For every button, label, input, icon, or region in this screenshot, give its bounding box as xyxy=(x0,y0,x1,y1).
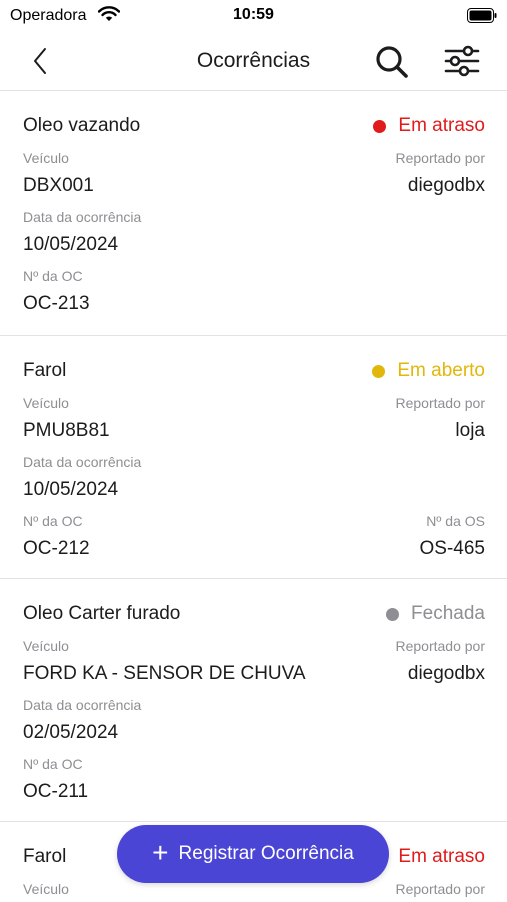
vehicle-label: Veículo xyxy=(23,395,69,411)
date-label: Data da ocorrência xyxy=(23,697,142,713)
sliders-icon xyxy=(442,45,482,86)
oc-number-label: Nº da OC xyxy=(23,756,83,772)
vehicle-value: FORD KA - SENSOR DE CHUVA xyxy=(23,663,306,684)
occurrence-list: Oleo vazando Em atraso Veículo Reportado… xyxy=(0,91,507,902)
register-occurrence-label: Registrar Ocorrência xyxy=(178,843,354,864)
status-label: Fechada xyxy=(411,603,485,624)
vehicle-label: Veículo xyxy=(23,638,69,654)
status-badge: Em atraso xyxy=(373,115,485,137)
status-badge: Em atraso xyxy=(373,846,485,868)
status-dot-icon xyxy=(386,607,400,621)
os-number-label: Nº da OS xyxy=(426,513,485,529)
plus-icon: + xyxy=(152,836,169,868)
reported-by-label: Reportado por xyxy=(395,395,485,411)
status-label: Em aberto xyxy=(397,360,485,381)
reported-by-value: loja xyxy=(455,420,485,441)
oc-number-value: OC-212 xyxy=(23,538,90,559)
status-dot-icon xyxy=(373,119,387,133)
reported-by-value: diegodbx xyxy=(407,663,485,684)
occurrence-title: Farol xyxy=(23,846,67,867)
date-value: 02/05/2024 xyxy=(23,722,119,743)
oc-number-label: Nº da OC xyxy=(23,268,83,284)
reported-by-label: Reportado por xyxy=(395,638,485,654)
vehicle-label: Veículo xyxy=(23,881,69,897)
occurrence-card[interactable]: Oleo Carter furado Fechada Veículo Repor… xyxy=(0,579,507,822)
vehicle-value: PMU8B81 xyxy=(23,420,110,441)
vehicle-label: Veículo xyxy=(23,150,69,166)
status-label: Em atraso xyxy=(398,115,485,136)
oc-number-value: OC-211 xyxy=(23,781,89,802)
occurrence-title: Oleo Carter furado xyxy=(23,603,181,624)
reported-by-label: Reportado por xyxy=(395,881,485,897)
reported-by-label: Reportado por xyxy=(395,150,485,166)
status-badge: Em aberto xyxy=(372,360,485,382)
page-title: Ocorrências xyxy=(196,49,311,72)
occurrence-card[interactable]: Farol Em aberto Veículo Reportado por PM… xyxy=(0,336,507,579)
reported-by-value: diegodbx xyxy=(407,175,485,196)
search-icon xyxy=(372,46,412,86)
status-bar: Operadora 10:59 xyxy=(0,0,507,32)
vehicle-value: DBX001 xyxy=(23,175,94,196)
navigation-bar: Ocorrências xyxy=(0,32,507,91)
oc-number-value: OC-213 xyxy=(23,293,90,314)
clock: 10:59 xyxy=(233,6,274,23)
occurrence-card[interactable]: Oleo vazando Em atraso Veículo Reportado… xyxy=(0,91,507,336)
oc-number-label: Nº da OC xyxy=(23,513,83,529)
filter-button[interactable] xyxy=(442,42,482,82)
date-label: Data da ocorrência xyxy=(23,454,142,470)
battery-icon xyxy=(467,8,497,28)
date-label: Data da ocorrência xyxy=(23,209,142,225)
date-value: 10/05/2024 xyxy=(23,234,119,255)
status-label: Em atraso xyxy=(398,846,485,867)
os-number-value: OS-465 xyxy=(419,538,485,559)
occurrence-title: Farol xyxy=(23,360,67,381)
date-value: 10/05/2024 xyxy=(23,479,119,500)
occurrence-title: Oleo vazando xyxy=(23,115,141,136)
status-dot-icon xyxy=(372,364,386,378)
register-occurrence-button[interactable]: + Registrar Ocorrência xyxy=(117,825,389,883)
status-badge: Fechada xyxy=(386,603,485,625)
search-button[interactable] xyxy=(372,42,412,82)
